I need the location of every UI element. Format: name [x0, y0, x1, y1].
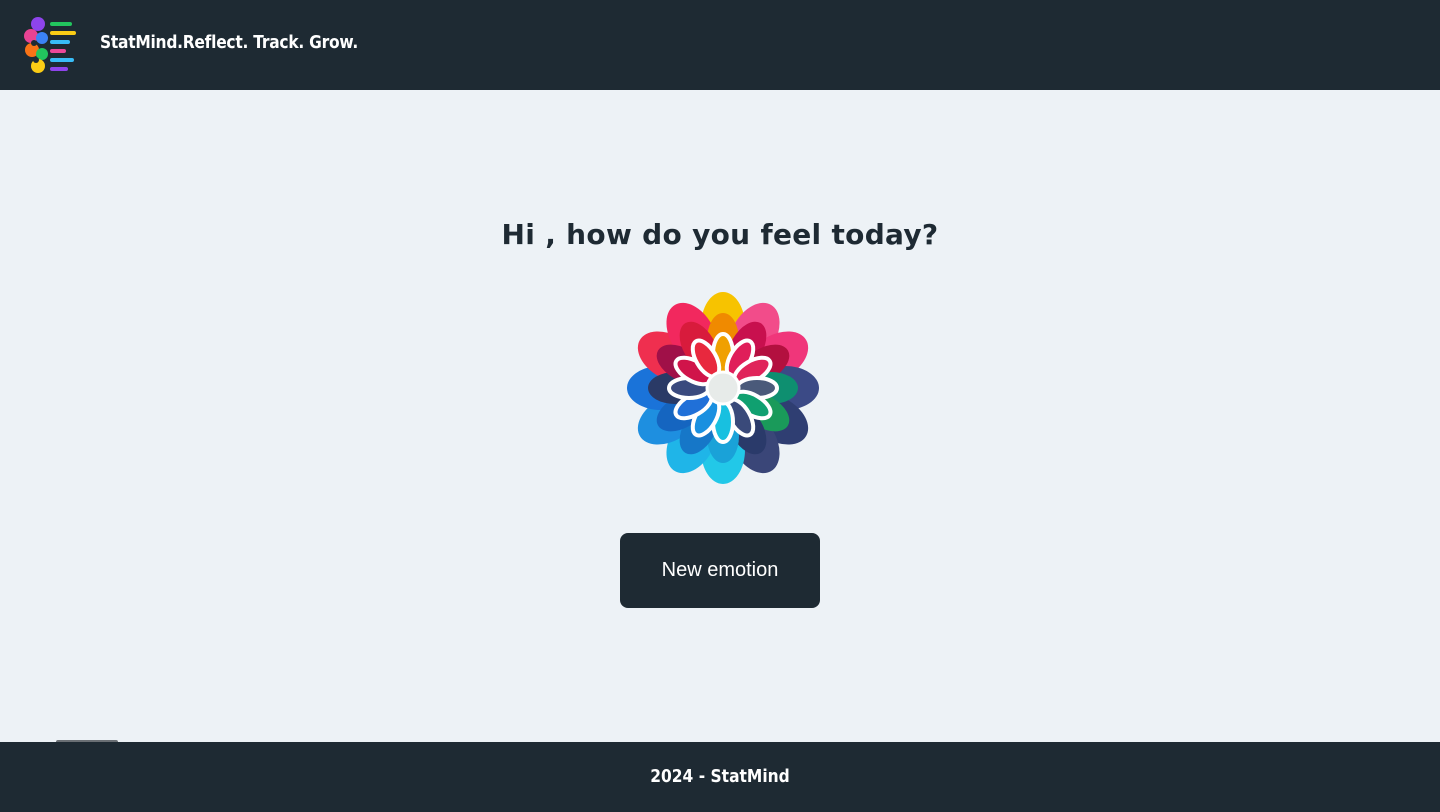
new-emotion-button[interactable]: New emotion: [620, 533, 820, 608]
brand-text[interactable]: StatMind.Reflect. Track. Grow.: [100, 32, 358, 53]
brain-lines-logo-icon[interactable]: [22, 14, 78, 76]
footer-bar: 2024 - StatMind: [0, 742, 1440, 812]
footer-text: 2024 - StatMind: [650, 766, 790, 787]
header-bar: StatMind.Reflect. Track. Grow.: [0, 0, 1440, 90]
emotion-wheel-flower-icon: [627, 292, 819, 484]
greeting-heading: Hi , how do you feel today?: [501, 218, 939, 251]
